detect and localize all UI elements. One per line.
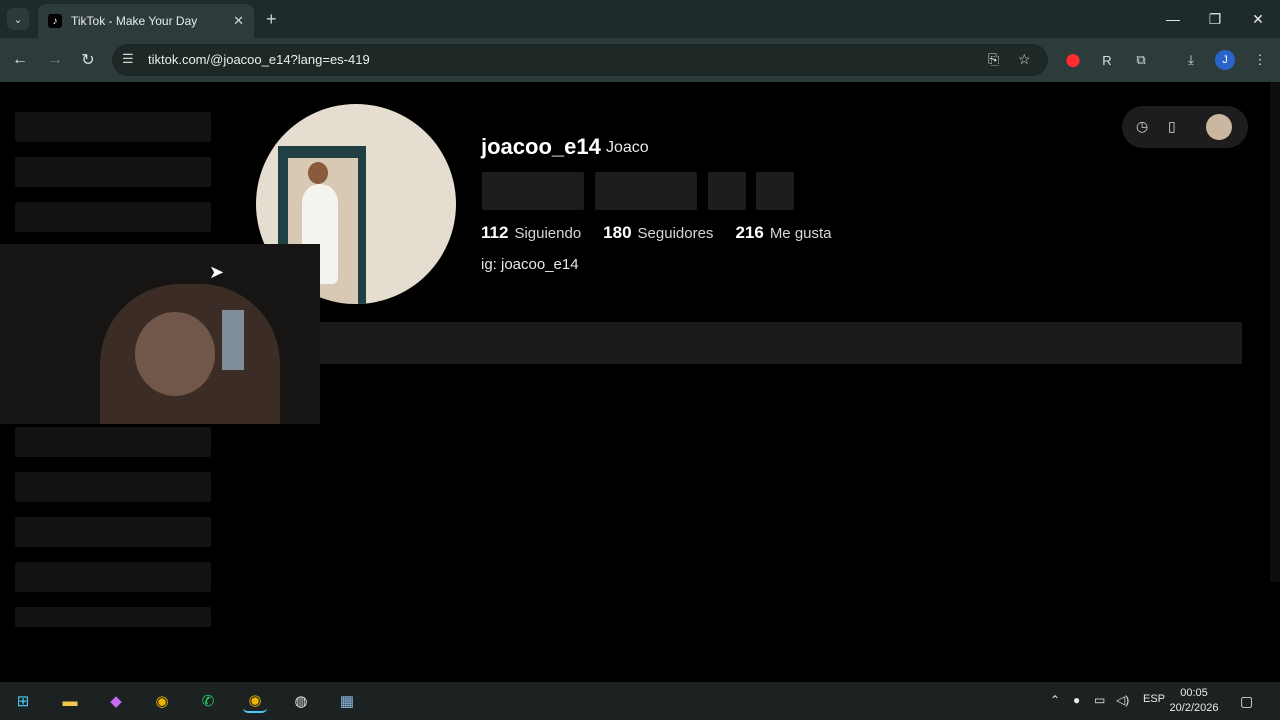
new-tab-button[interactable]: + (266, 9, 277, 30)
start-icon[interactable]: ⊞ (11, 689, 35, 713)
chrome-active-icon[interactable]: ◉ (243, 689, 267, 713)
action-button-placeholder[interactable] (708, 172, 746, 210)
profile-nickname: Joaco (606, 139, 649, 156)
stat-following[interactable]: 112 Siguiendo (481, 223, 581, 243)
reload-button[interactable]: ↻ (76, 48, 100, 72)
whatsapp-icon[interactable]: ✆ (196, 689, 220, 713)
mouse-cursor-icon: ➤ (209, 262, 225, 282)
minimize-button[interactable]: — (1158, 8, 1188, 30)
address-bar[interactable]: ☰ tiktok.com/@joacoo_e14?lang=es-419 ⎘ ☆ (112, 44, 1048, 76)
sidebar-skeleton (15, 562, 211, 592)
microphone-icon[interactable]: ● (1073, 693, 1080, 707)
more-button-placeholder[interactable] (756, 172, 794, 210)
clock[interactable]: 00:05 20/2/2026 (1164, 686, 1224, 716)
bookmark-star-icon[interactable]: ☆ (1018, 51, 1031, 68)
sidebar-skeleton (15, 427, 211, 457)
chrome-icon[interactable]: ◉ (150, 689, 174, 713)
user-avatar[interactable] (1206, 114, 1232, 140)
message-button-placeholder[interactable] (595, 172, 697, 210)
tab-tiktok[interactable]: ♪ TikTok - Make Your Day ✕ (38, 4, 254, 38)
sidebar-skeleton (15, 157, 211, 187)
timer-icon[interactable]: ◷ (1136, 118, 1148, 135)
tray-chevron-icon[interactable]: ⌃ (1050, 693, 1060, 707)
obs-icon[interactable]: ◍ (289, 689, 313, 713)
network-icon[interactable]: ▭ (1094, 693, 1105, 707)
extensions-puzzle-icon[interactable]: ⧉ (1131, 50, 1151, 70)
calculator-icon[interactable]: ▦ (335, 689, 359, 713)
extension-icon[interactable]: ⬤ (1063, 50, 1083, 70)
tiktok-profile-page: joacoo_e14 Joaco 112 Siguiendo 180 Seguido… (0, 82, 1280, 682)
translate-extension-icon[interactable]: R (1097, 50, 1117, 70)
close-window-button[interactable]: ✕ (1243, 8, 1273, 30)
sidebar-skeleton (15, 472, 211, 502)
restore-button[interactable]: ❐ (1200, 8, 1230, 30)
site-info-icon[interactable]: ☰ (122, 51, 134, 67)
url-text[interactable]: tiktok.com/@joacoo_e14?lang=es-419 (148, 52, 370, 67)
sidebar-skeleton (15, 517, 211, 547)
menu-icon[interactable]: ⋮ (1250, 50, 1270, 70)
download-icon[interactable]: ⤓ (1181, 50, 1201, 70)
sidebar-skeleton (15, 202, 211, 232)
profile-username: joacoo_e14 (481, 134, 601, 159)
volume-icon[interactable]: ◁) (1116, 693, 1129, 707)
phone-icon[interactable]: ▯ (1168, 118, 1176, 135)
clock-time: 00:05 (1180, 687, 1208, 699)
file-explorer-icon[interactable]: ▬ (58, 689, 82, 713)
back-button[interactable]: ← (8, 48, 32, 72)
clock-date: 20/2/2026 (1169, 702, 1219, 714)
forward-button[interactable]: → (43, 48, 67, 72)
tab-title: TikTok - Make Your Day (71, 14, 198, 28)
sidebar-skeleton (15, 607, 211, 627)
profile-avatar[interactable]: J (1215, 50, 1235, 70)
copilot-icon[interactable]: ◆ (104, 689, 128, 713)
floating-toolbar: ◷ ▯ (1122, 106, 1248, 148)
sidebar-skeleton (15, 112, 211, 142)
stat-likes: 216 Me gusta (735, 223, 832, 242)
tiktok-icon: ♪ (48, 14, 62, 28)
close-icon[interactable]: ✕ (233, 13, 244, 29)
profile-stats: 112 Siguiendo 180 Seguidores 216 Me gusta (481, 223, 832, 243)
tab-strip: ⌄ ♪ TikTok - Make Your Day ✕ + — ❐ ✕ (0, 0, 1280, 38)
stat-followers[interactable]: 180 Seguidores (603, 223, 713, 243)
profile-bio: ig: joacoo_e14 (481, 256, 579, 273)
notification-icon[interactable]: ▢ (1240, 693, 1253, 710)
webcam-overlay (0, 244, 320, 424)
language-indicator[interactable]: ESP (1143, 693, 1165, 705)
browser-toolbar: ← → ↻ ☰ tiktok.com/@joacoo_e14?lang=es-4… (0, 38, 1280, 82)
windows-taskbar: ⊞ ▬ ◆ ◉ ✆ ◉ ◍ ▦ ⌃ ● ▭ ◁) ESP 00:05 20/2/… (0, 682, 1280, 720)
tab-search-button[interactable]: ⌄ (7, 8, 29, 30)
install-app-icon[interactable]: ⎘ (988, 51, 999, 68)
scrollbar[interactable] (1270, 82, 1280, 582)
follow-button-placeholder[interactable] (482, 172, 584, 210)
profile-tabs-placeholder (320, 322, 1242, 364)
